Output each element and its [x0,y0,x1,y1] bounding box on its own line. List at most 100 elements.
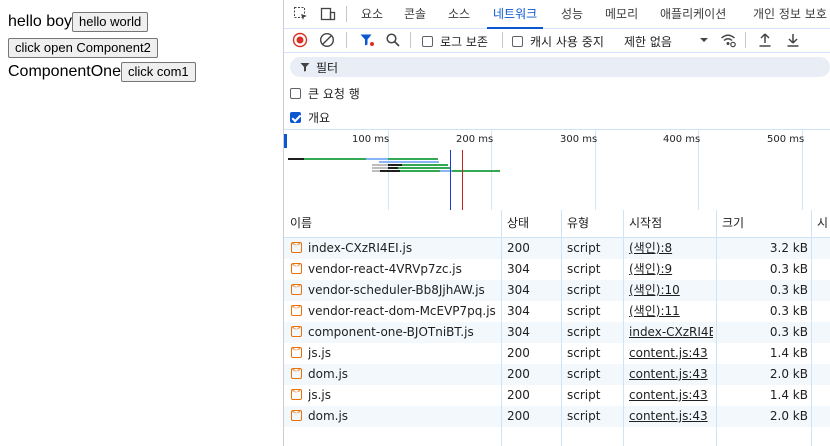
script-file-icon [291,303,302,316]
column-header-status[interactable]: 상태 [507,210,529,237]
request-type: script [567,388,601,402]
column-header-type[interactable]: 유형 [567,210,589,237]
request-initiator-link[interactable]: (색인):11 [629,301,713,322]
table-row[interactable]: vendor-react-4VRVp7zc.js 304 script (색인):9 0… [284,259,830,280]
overview-toggle[interactable]: 개요 [290,106,330,128]
hello-world-button[interactable]: hello world [72,12,149,32]
disable-cache-toggle[interactable]: 캐시 사용 중지 [512,33,604,50]
request-size: 0.3 kB [769,283,808,297]
tab-privacy[interactable]: 개인 정보 보호 [753,0,827,28]
network-conditions-icon[interactable] [720,32,736,48]
request-name[interactable]: dom.js [308,406,498,427]
request-initiator-link[interactable]: (색인):8 [629,238,713,259]
timeline-overview[interactable]: 100 ms 200 ms 300 ms 400 ms 500 ms [284,129,830,211]
request-initiator-link[interactable]: content.js:43 [629,406,713,427]
request-type: script [567,262,601,276]
script-file-icon [291,240,302,253]
request-size: 2.0 kB [769,409,808,423]
tab-console[interactable]: 콘솔 [404,0,426,28]
tab-elements[interactable]: 요소 [361,0,383,28]
request-name[interactable]: vendor-react-dom-McEVP7pq.js [308,301,498,322]
app-viewport: hello boy hello world click open Compone… [0,0,283,446]
request-type: script [567,346,601,360]
record-icon[interactable] [292,32,308,48]
request-name[interactable]: vendor-react-4VRVp7zc.js [308,259,498,280]
waterfall-bar [366,158,388,160]
request-name[interactable]: vendor-scheduler-Bb8JjhAW.js [308,280,498,301]
overview-checkbox[interactable] [290,111,301,123]
upload-icon[interactable] [757,32,773,48]
request-name[interactable]: js.js [308,385,498,406]
network-toolbar: 로그 보존 캐시 사용 중지 제한 없음 [284,28,830,53]
column-divider [501,210,502,446]
request-size: 2.0 kB [769,367,808,381]
preserve-log-toggle[interactable]: 로그 보존 [422,33,488,50]
download-icon[interactable] [785,32,801,48]
filter-icon[interactable] [359,32,375,48]
request-size: 3.2 kB [769,241,808,255]
table-row[interactable]: js.js 200 script content.js:43 1.4 kB [284,385,830,406]
click-com1-button[interactable]: click com1 [120,62,196,82]
tab-application[interactable]: 애플리케이션 [660,0,726,28]
timeline-tick-label: 300 ms [560,134,598,145]
request-initiator-link[interactable]: content.js:43 [629,343,713,364]
request-initiator-link[interactable]: content.js:43 [629,385,713,406]
table-header: 이름 상태 유형 시작점 크기 시 [284,210,830,238]
tab-network[interactable]: 네트워크 [486,0,544,29]
throttling-select[interactable]: 제한 없음 [624,33,672,50]
timeline-handle[interactable] [284,134,287,148]
script-file-icon [291,282,302,295]
request-initiator-link[interactable]: (색인):9 [629,259,713,280]
table-row[interactable]: vendor-scheduler-Bb8JjhAW.js 304 script (색인… [284,280,830,301]
big-request-rows-checkbox[interactable] [290,87,301,99]
request-name[interactable]: index-CXzRI4EI.js [308,238,498,259]
clear-icon[interactable] [319,32,335,48]
request-status: 200 [507,367,530,381]
filter-bar: 필터 [284,53,830,81]
toolbar-divider [745,32,746,48]
table-row[interactable]: vendor-react-dom-McEVP7pq.js 304 script (색인… [284,301,830,322]
inspect-element-icon[interactable] [293,6,309,22]
request-initiator-link[interactable]: content.js:43 [629,364,713,385]
devtools-panel: 요소 콘솔 소스 네트워크 성능 메모리 애플리케이션 개인 정보 보호 로그 … [283,0,830,446]
request-size: 0.3 kB [769,304,808,318]
preserve-log-checkbox[interactable] [422,36,433,47]
column-header-size[interactable]: 크기 [722,210,744,237]
request-name[interactable]: component-one-BJOTniBT.js [308,322,498,343]
waterfall-bar [288,158,304,160]
request-status: 200 [507,241,530,255]
filter-input[interactable]: 필터 [290,57,830,77]
request-type: script [567,325,601,339]
waterfall-bar [304,158,366,160]
request-type: script [567,409,601,423]
chevron-down-icon[interactable] [696,32,712,48]
script-file-icon [291,387,302,400]
request-name[interactable]: dom.js [308,364,498,385]
column-divider [561,210,562,446]
table-row[interactable]: dom.js 200 script content.js:43 2.0 kB [284,406,830,427]
open-component2-button[interactable]: click open Component2 [8,38,158,58]
column-header-time[interactable]: 시 [817,210,828,237]
request-size: 1.4 kB [769,346,808,360]
tab-sources[interactable]: 소스 [448,0,470,28]
table-row[interactable]: dom.js 200 script content.js:43 2.0 kB [284,364,830,385]
script-file-icon [291,261,302,274]
column-header-initiator[interactable]: 시작점 [629,210,662,237]
waterfall-bar [452,170,500,172]
big-request-rows-toggle[interactable]: 큰 요청 행 [290,82,360,104]
request-initiator-link[interactable]: (색인):10 [629,280,713,301]
column-header-name[interactable]: 이름 [290,210,312,237]
tab-memory[interactable]: 메모리 [605,0,638,28]
table-row[interactable]: js.js 200 script content.js:43 1.4 kB [284,343,830,364]
script-file-icon [291,366,302,379]
table-row[interactable]: index-CXzRI4EI.js 200 script (색인):8 3.2 kB [284,238,830,259]
disable-cache-checkbox[interactable] [512,36,523,47]
request-name[interactable]: js.js [308,343,498,364]
waterfall-bar [400,170,440,172]
table-row[interactable]: component-one-BJOTniBT.js 304 script index-… [284,322,830,343]
tab-performance[interactable]: 성능 [561,0,583,28]
device-toolbar-icon[interactable] [320,6,336,22]
search-icon[interactable] [385,32,401,48]
timeline-tick-label: 500 ms [767,134,805,145]
request-initiator-link[interactable]: index-CXzRI4EI.js [629,322,713,343]
